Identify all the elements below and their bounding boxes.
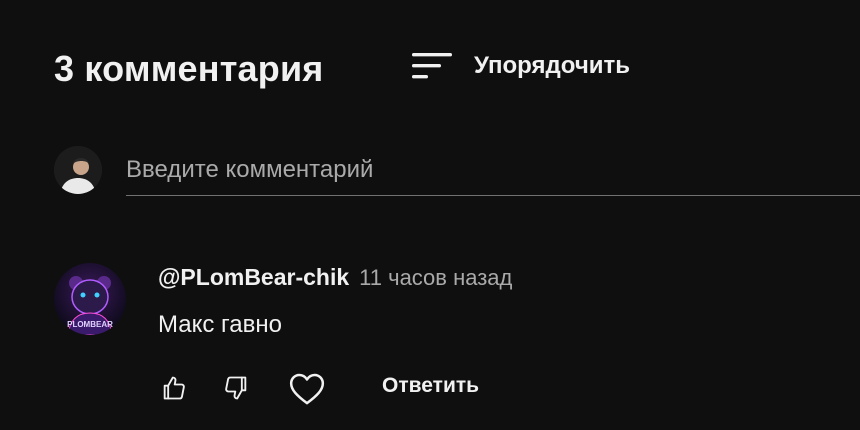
author-name[interactable]: @PLomBear-chik [158,264,349,291]
sort-icon [412,53,452,79]
comment-text: Макс гавно [158,311,282,338]
heart-icon [289,373,325,405]
avatar-logo-text: PLOMBEAR [67,320,113,329]
comment-timestamp[interactable]: 11 часов назад [359,265,512,291]
bear-avatar-image: PLOMBEAR [54,263,126,335]
comment-count: 3 комментария [54,48,324,89]
author-avatar[interactable]: PLOMBEAR [54,263,126,335]
comment-header: @PLomBear-chik 11 часов назад [158,264,512,291]
like-button[interactable] [152,366,196,410]
thumbs-down-icon [225,376,247,400]
thumbs-up-icon [163,376,185,400]
comment-input[interactable] [126,145,860,196]
sort-button[interactable]: Упорядочить [410,46,630,86]
user-avatar [54,146,102,194]
heart-button[interactable] [284,366,330,412]
sort-label: Упорядочить [474,52,631,79]
dislike-button[interactable] [214,366,258,410]
my-avatar[interactable] [54,146,102,194]
reply-button[interactable]: Ответить [382,374,479,398]
